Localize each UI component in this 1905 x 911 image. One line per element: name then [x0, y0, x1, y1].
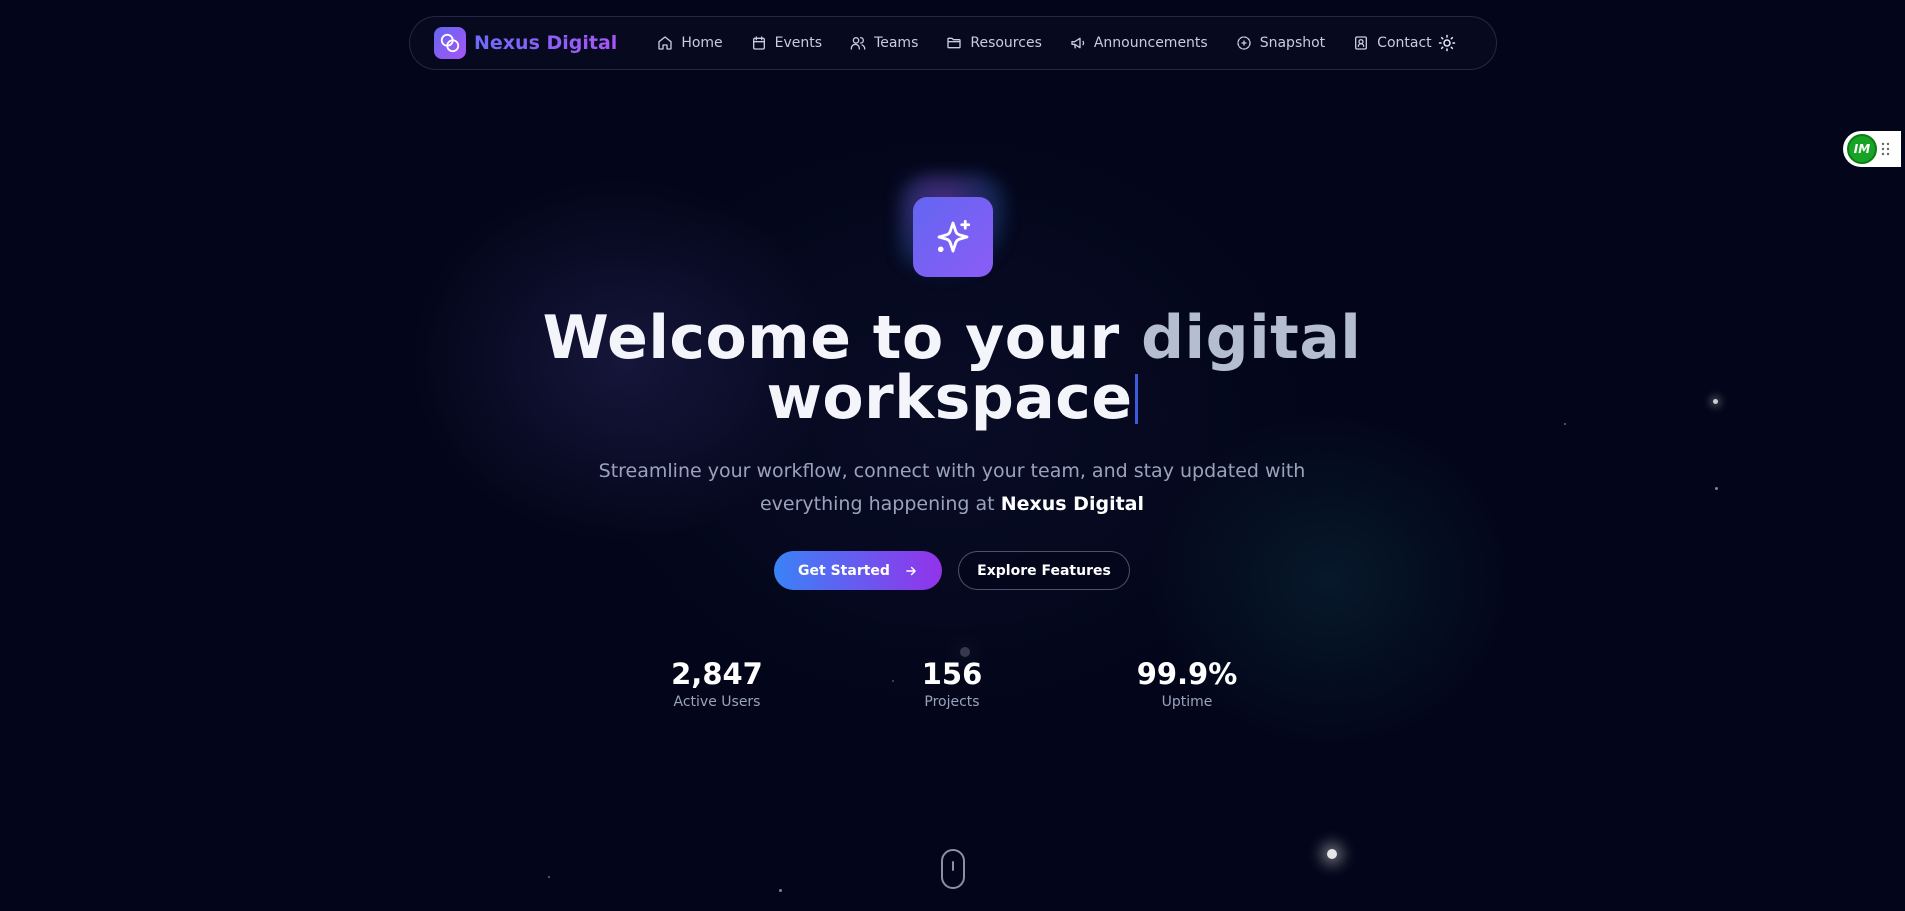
- nav-item-label: Resources: [970, 35, 1042, 51]
- theme-toggle-button[interactable]: [1438, 34, 1456, 56]
- headline-part-2: digital: [1141, 303, 1362, 373]
- star-decoration: [779, 889, 782, 892]
- brand-name: Nexus Digital: [474, 32, 618, 54]
- users-icon: [850, 37, 866, 50]
- stat-projects: 156 Projects: [852, 654, 1052, 710]
- star-decoration: [548, 876, 550, 878]
- star-decoration: [1713, 399, 1718, 404]
- nav-item-contact[interactable]: Contact: [1353, 35, 1432, 51]
- star-decoration: [1564, 423, 1566, 425]
- hero-headline: Welcome to your digital workspace: [452, 308, 1452, 428]
- mouse-wheel-icon: [952, 861, 954, 871]
- get-started-button[interactable]: Get Started: [774, 551, 942, 590]
- hero-subtitle: Streamline your workflow, connect with y…: [552, 455, 1352, 521]
- star-decoration: [1715, 487, 1718, 490]
- stat-value: 2,847: [671, 657, 763, 691]
- explore-features-button[interactable]: Explore Features: [958, 551, 1130, 590]
- megaphone-icon: [1071, 37, 1085, 49]
- star-decoration: [1327, 849, 1337, 859]
- subtitle-brand: Nexus Digital: [1000, 493, 1144, 515]
- nav-item-label: Contact: [1377, 35, 1432, 51]
- snapshot-icon: [1237, 36, 1251, 50]
- stat-active-users: 2,847 Active Users: [617, 654, 817, 710]
- contact-icon: [1355, 36, 1368, 50]
- nav-item-label: Teams: [874, 35, 919, 51]
- nav-links: Home Events Teams Resources Announcement…: [657, 35, 1459, 51]
- stat-uptime: 99.9% Uptime: [1087, 654, 1287, 710]
- get-started-label: Get Started: [798, 562, 890, 579]
- folder-icon: [947, 37, 962, 49]
- nav-item-label: Announcements: [1093, 35, 1208, 51]
- hero-icon-tile: [913, 197, 993, 277]
- headline-part-3: workspace: [766, 363, 1133, 433]
- stat-value: 99.9%: [1136, 657, 1238, 691]
- drag-handle-icon[interactable]: [1881, 142, 1891, 157]
- nav-item-teams[interactable]: Teams: [850, 35, 918, 51]
- page-background: Nexus Digital Home Events Teams Resource…: [0, 0, 1905, 911]
- home-icon: [658, 36, 672, 50]
- typing-cursor: [1134, 374, 1138, 424]
- stat-label: Projects: [924, 694, 980, 710]
- brand-logo-icon: [434, 27, 466, 59]
- sun-icon: [1438, 34, 1456, 52]
- calendar-icon: [752, 36, 765, 50]
- sparkles-icon: [937, 219, 971, 253]
- nav-item-snapshot[interactable]: Snapshot: [1236, 35, 1325, 51]
- stat-value: 156: [921, 657, 983, 691]
- explore-features-label: Explore Features: [977, 562, 1111, 579]
- nav-item-label: Events: [774, 35, 823, 51]
- im-badge: IM: [1847, 134, 1877, 164]
- brand-link[interactable]: Nexus Digital: [434, 27, 617, 59]
- top-navigation: Nexus Digital Home Events Teams Resource…: [409, 16, 1497, 70]
- nav-item-home[interactable]: Home: [657, 35, 723, 51]
- arrow-right-icon: [906, 566, 916, 575]
- stat-label: Active Users: [673, 694, 761, 710]
- stat-label: Uptime: [1161, 694, 1213, 710]
- subtitle-text: Streamline your workflow, connect with y…: [598, 460, 1306, 515]
- nav-item-label: Snapshot: [1259, 35, 1326, 51]
- nav-item-label: Home: [681, 35, 723, 51]
- floating-im-widget[interactable]: IM: [1843, 131, 1901, 167]
- scroll-down-indicator[interactable]: [941, 849, 965, 889]
- nav-item-resources[interactable]: Resources: [946, 35, 1042, 51]
- nav-item-events[interactable]: Events: [751, 35, 822, 51]
- nav-item-announcements[interactable]: Announcements: [1070, 35, 1208, 51]
